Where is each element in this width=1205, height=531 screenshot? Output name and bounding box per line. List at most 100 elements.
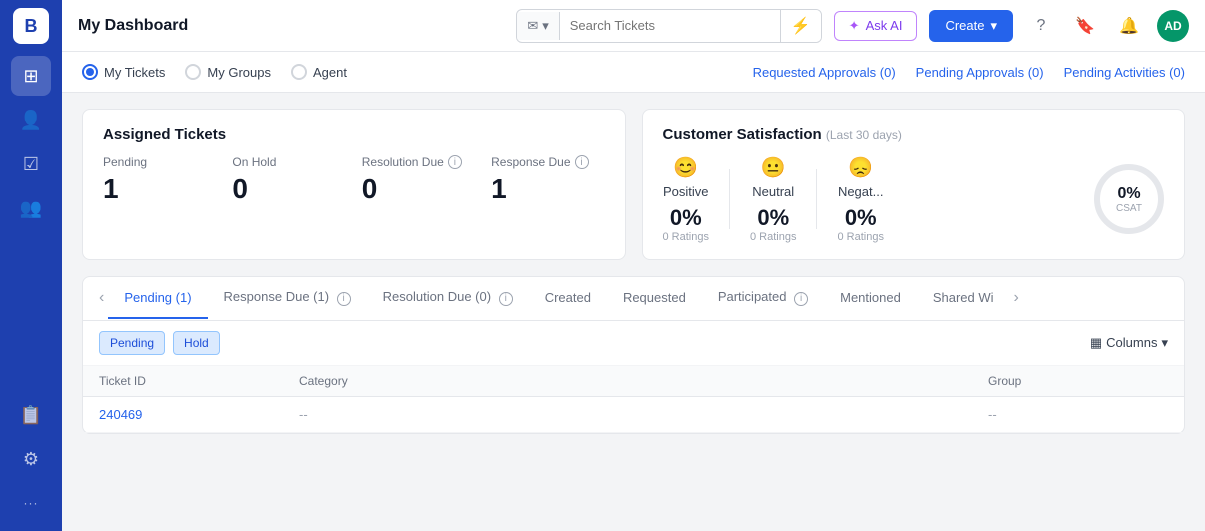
columns-dropdown-icon: ▾ xyxy=(1161,335,1168,351)
csat-card: Customer Satisfaction (Last 30 days) 😊 P… xyxy=(642,109,1186,260)
sidebar-icon-tickets[interactable]: ☑ xyxy=(11,144,51,184)
participated-tab-info[interactable]: i xyxy=(794,292,808,306)
email-icon: ✉ xyxy=(527,18,538,34)
main-content: My Dashboard ✉ ▾ ⚡ ✦ Ask AI Create ▾ ? 🔖… xyxy=(62,0,1205,531)
csat-negative-pct: 0% xyxy=(837,205,883,231)
sidebar-icon-reports[interactable]: 📋 xyxy=(11,395,51,435)
csat-title: Customer Satisfaction (Last 30 days) xyxy=(663,126,1165,143)
tab-prev-button[interactable]: ‹ xyxy=(95,285,108,311)
tab-shared-wi[interactable]: Shared Wi xyxy=(917,278,1010,319)
tab-next-button[interactable]: › xyxy=(1010,285,1023,311)
radio-agent[interactable]: Agent xyxy=(291,64,347,80)
table-header: Ticket ID Category Group xyxy=(83,366,1184,397)
content-area: Assigned Tickets Pending 1 On Hold 0 Res… xyxy=(62,93,1205,531)
csat-positive-pct: 0% xyxy=(663,205,709,231)
dropdown-arrow: ▾ xyxy=(542,18,549,34)
bookmark-button[interactable]: 🔖 xyxy=(1069,10,1101,42)
pending-approvals-link[interactable]: Pending Approvals (0) xyxy=(916,65,1044,80)
csat-neutral: 😐 Neutral 0% 0 Ratings xyxy=(750,155,796,243)
stat-on-hold-label: On Hold xyxy=(232,155,345,169)
tab-resolution-due[interactable]: Resolution Due (0) i xyxy=(367,277,529,320)
sidebar: B ⊞ 👤 ☑ 👥 📋 ⚙ ··· xyxy=(0,0,62,531)
ask-ai-button[interactable]: ✦ Ask AI xyxy=(834,11,918,41)
response-due-tab-info[interactable]: i xyxy=(337,292,351,306)
requested-approvals-link[interactable]: Requested Approvals (0) xyxy=(753,65,896,80)
radio-my-groups[interactable]: My Groups xyxy=(185,64,271,80)
table-row: 240469 -- -- xyxy=(83,397,1184,433)
create-dropdown-icon: ▾ xyxy=(990,18,997,34)
ticket-stats: Pending 1 On Hold 0 Resolution Due i 0 xyxy=(103,155,605,205)
help-button[interactable]: ? xyxy=(1025,10,1057,42)
filter-tags-row: Pending Hold ▦ Columns ▾ xyxy=(83,321,1184,366)
create-button[interactable]: Create ▾ xyxy=(929,10,1013,42)
neutral-icon: 😐 xyxy=(750,155,796,180)
tabs-header: ‹ Pending (1) Response Due (1) i Resolut… xyxy=(83,277,1184,321)
csat-positive-ratings: 0 Ratings xyxy=(663,231,709,243)
page-title: My Dashboard xyxy=(78,17,188,35)
stat-pending-label: Pending xyxy=(103,155,216,169)
stat-response-value: 1 xyxy=(491,173,604,205)
radio-circle-my-tickets xyxy=(82,64,98,80)
dashboard-panels: Assigned Tickets Pending 1 On Hold 0 Res… xyxy=(82,109,1185,260)
csat-circle: 0% CSAT xyxy=(1094,164,1164,234)
radio-circle-agent xyxy=(291,64,307,80)
sub-nav: My Tickets My Groups Agent Requested App… xyxy=(62,52,1205,93)
response-info-icon[interactable]: i xyxy=(575,155,589,169)
columns-button[interactable]: ▦ Columns ▾ xyxy=(1090,335,1168,351)
stat-pending: Pending 1 xyxy=(103,155,216,205)
assigned-tickets-card: Assigned Tickets Pending 1 On Hold 0 Res… xyxy=(82,109,626,260)
columns-icon: ▦ xyxy=(1090,335,1102,351)
tab-response-due[interactable]: Response Due (1) i xyxy=(208,277,367,320)
csat-neutral-pct: 0% xyxy=(750,205,796,231)
notifications-button[interactable]: 🔔 xyxy=(1113,10,1145,42)
radio-group: My Tickets My Groups Agent xyxy=(82,52,753,92)
search-container: ✉ ▾ ⚡ xyxy=(516,9,821,43)
csat-grid: 😊 Positive 0% 0 Ratings 😐 Neutral 0% 0 R… xyxy=(663,155,1165,243)
resolution-due-tab-info[interactable]: i xyxy=(499,292,513,306)
csat-negative-ratings: 0 Ratings xyxy=(837,231,883,243)
sidebar-icon-home[interactable]: ⊞ xyxy=(11,56,51,96)
stat-pending-value: 1 xyxy=(103,173,216,205)
sidebar-icon-settings[interactable]: ⚙ xyxy=(11,439,51,479)
tabs-card: ‹ Pending (1) Response Due (1) i Resolut… xyxy=(82,276,1185,434)
search-type-button[interactable]: ✉ ▾ xyxy=(517,12,559,40)
cell-group: -- xyxy=(988,407,1168,422)
tab-created[interactable]: Created xyxy=(529,278,607,319)
stat-response-due: Response Due i 1 xyxy=(491,155,604,205)
cell-ticket-id[interactable]: 240469 xyxy=(99,407,299,422)
csat-circle-label: CSAT xyxy=(1116,203,1142,214)
resolution-info-icon[interactable]: i xyxy=(448,155,462,169)
pending-activities-link[interactable]: Pending Activities (0) xyxy=(1064,65,1185,80)
tab-mentioned[interactable]: Mentioned xyxy=(824,278,917,319)
csat-positive: 😊 Positive 0% 0 Ratings xyxy=(663,155,709,243)
tab-participated[interactable]: Participated i xyxy=(702,277,824,320)
filter-button[interactable]: ⚡ xyxy=(780,10,821,42)
csat-divider-1 xyxy=(729,169,730,229)
sidebar-icon-users[interactable]: 👤 xyxy=(11,100,51,140)
radio-circle-my-groups xyxy=(185,64,201,80)
stat-on-hold-value: 0 xyxy=(232,173,345,205)
tab-pending[interactable]: Pending (1) xyxy=(108,278,207,319)
approval-links: Requested Approvals (0) Pending Approval… xyxy=(753,65,1185,80)
avatar[interactable]: AD xyxy=(1157,10,1189,42)
tab-requested[interactable]: Requested xyxy=(607,278,702,319)
sidebar-icon-contacts[interactable]: 👥 xyxy=(11,188,51,228)
radio-my-tickets[interactable]: My Tickets xyxy=(82,64,165,80)
th-ticket-id: Ticket ID xyxy=(99,374,299,388)
stat-on-hold: On Hold 0 xyxy=(232,155,345,205)
filter-tag-pending[interactable]: Pending xyxy=(99,331,165,355)
csat-neutral-label: Neutral xyxy=(750,184,796,199)
topbar: My Dashboard ✉ ▾ ⚡ ✦ Ask AI Create ▾ ? 🔖… xyxy=(62,0,1205,52)
csat-neutral-ratings: 0 Ratings xyxy=(750,231,796,243)
app-logo[interactable]: B xyxy=(13,8,49,44)
csat-negative-label: Negat... xyxy=(837,184,883,199)
sidebar-icon-more[interactable]: ··· xyxy=(11,483,51,523)
stat-resolution-label: Resolution Due i xyxy=(362,155,475,169)
positive-icon: 😊 xyxy=(663,155,709,180)
cell-category: -- xyxy=(299,407,988,422)
stat-response-label: Response Due i xyxy=(491,155,604,169)
filter-tag-hold[interactable]: Hold xyxy=(173,331,220,355)
search-input[interactable] xyxy=(560,12,780,39)
csat-subtitle: (Last 30 days) xyxy=(826,128,902,142)
ai-icon: ✦ xyxy=(849,18,860,34)
